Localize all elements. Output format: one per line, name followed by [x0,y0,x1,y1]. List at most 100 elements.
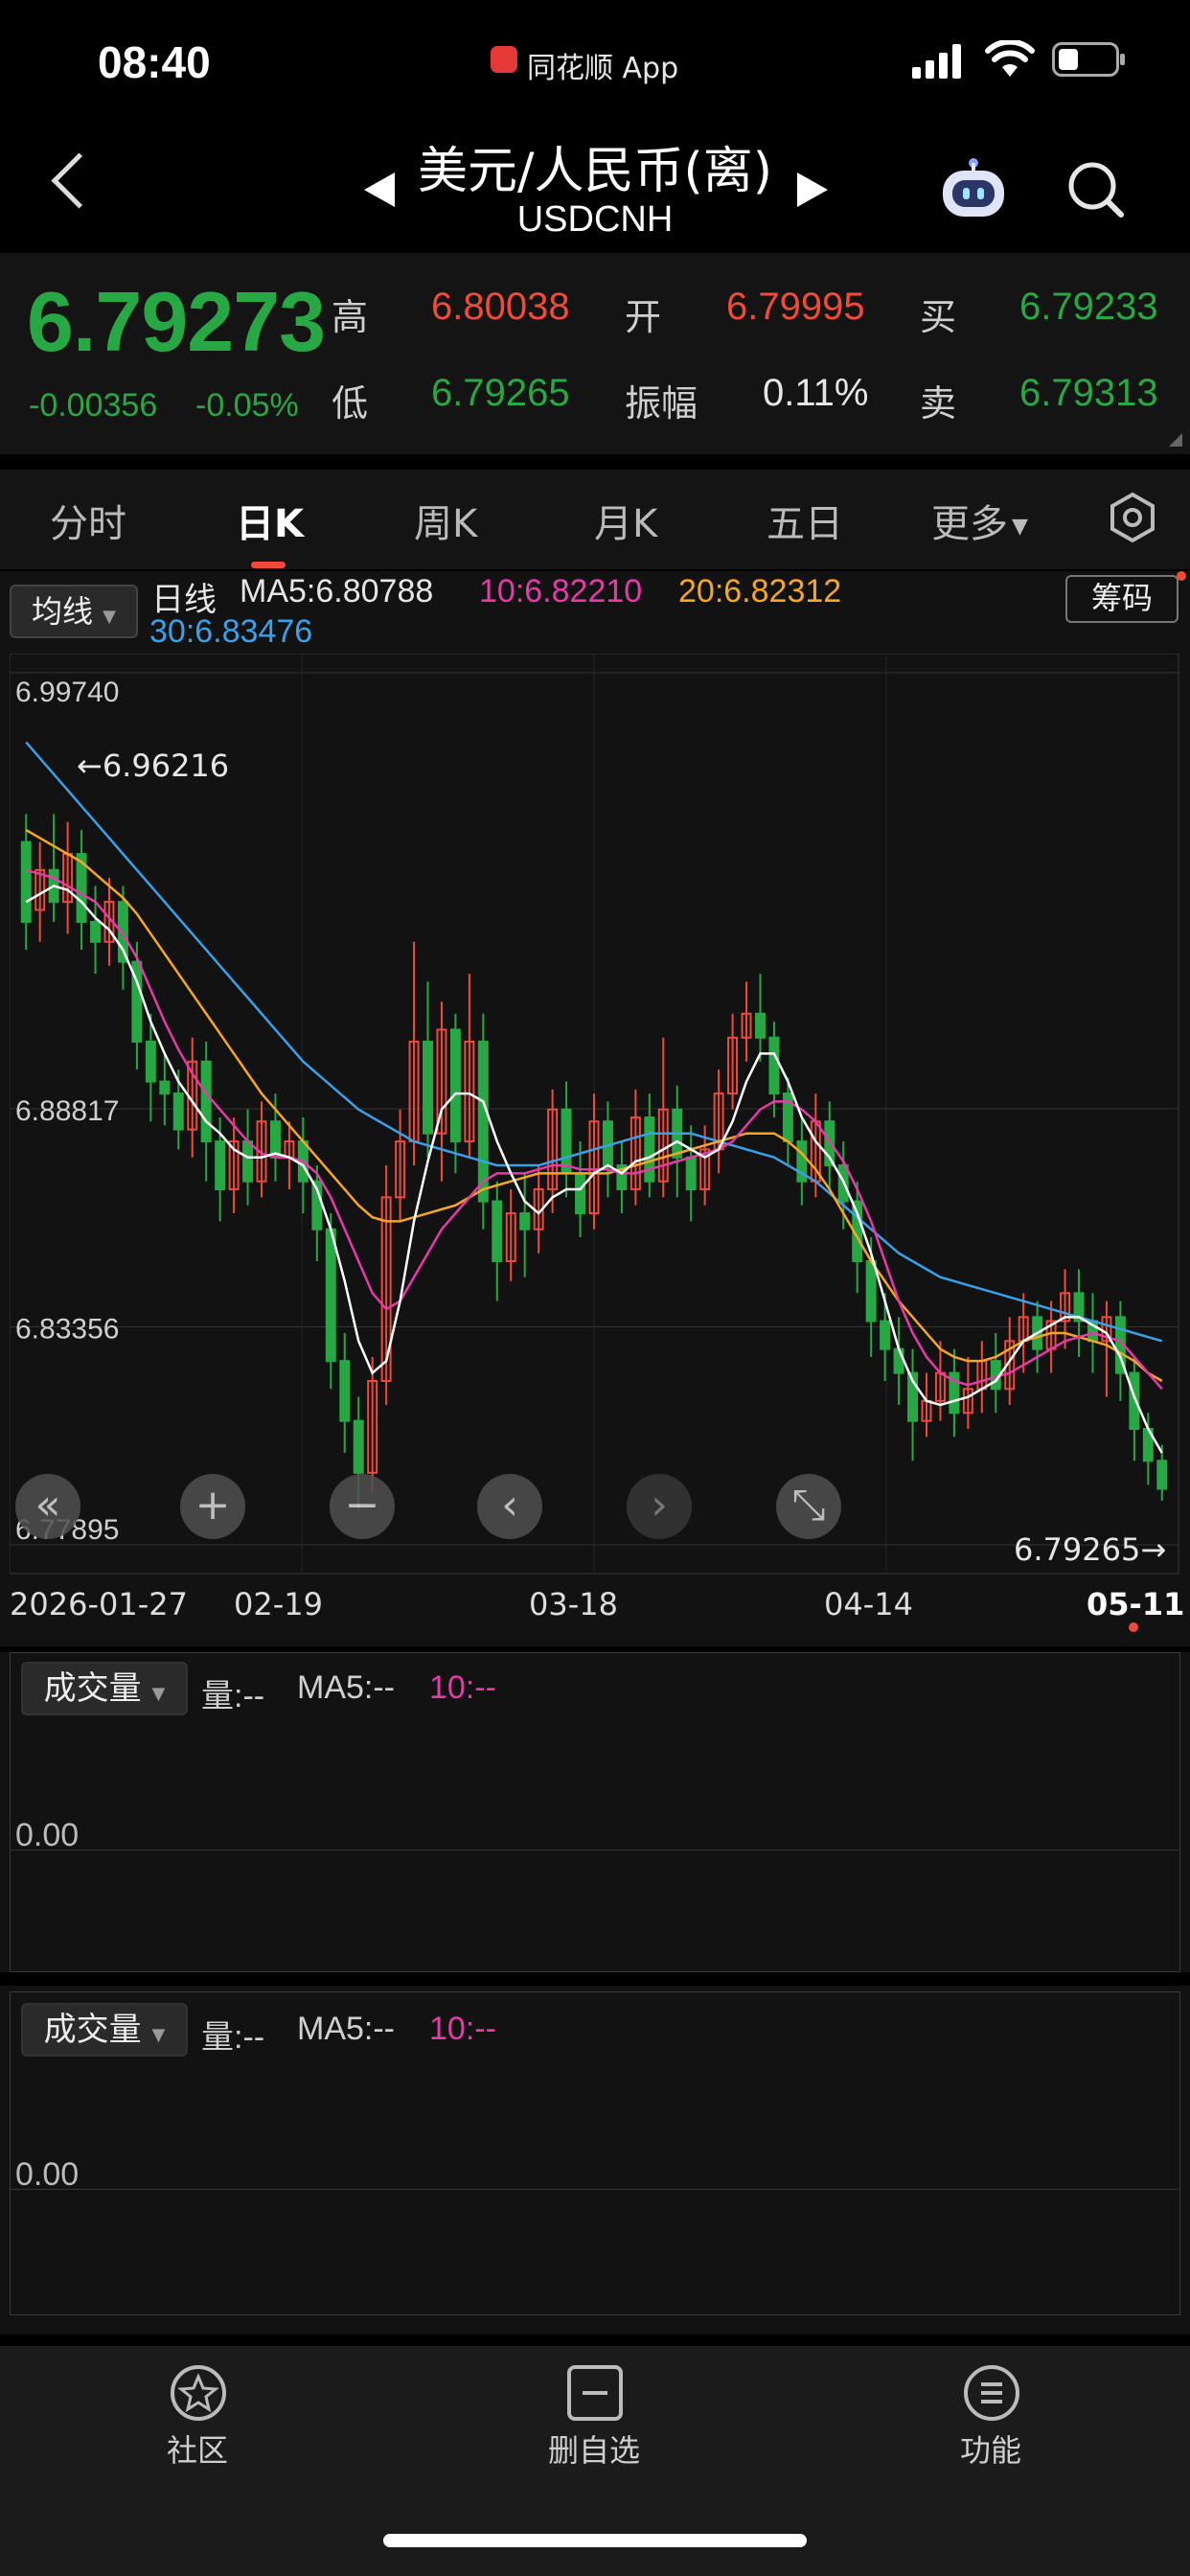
amplitude-value: 0.11% [763,372,869,414]
nav-functions-label[interactable]: 功能 [895,2426,1087,2471]
scroll-left-button[interactable]: ‹ [477,1474,542,1539]
panel-separator [0,1972,1190,1986]
buy-label: 买 [920,296,957,338]
volume-gridline [10,1850,1179,1851]
candle-down [215,1140,226,1191]
active-tab-indicator [251,562,286,568]
candle-down [477,1040,489,1203]
volume-axis-label: 0.00 [15,1817,80,1853]
candle-down [575,1172,586,1215]
home-indicator [383,2534,807,2547]
candle-down [20,840,32,923]
tab-more-label: 更多 [931,502,1008,546]
tab-weekly-k[interactable]: 周K [414,493,477,548]
open-label: 开 [625,296,662,338]
candle-down [685,1156,697,1191]
battery-icon [1052,42,1125,77]
wifi-icon [985,40,1035,77]
expand-corner-icon[interactable] [1169,433,1182,447]
status-bar: 08:40 同花顺 App [0,0,1190,125]
min-price-marker: 6.79265→ [1014,1531,1167,1568]
chip-distribution-button[interactable]: 筹码 [1065,575,1179,623]
high-label: 高 [332,296,369,338]
remove-watchlist-icon[interactable] [565,2363,625,2423]
rewind-button[interactable]: « [15,1474,80,1539]
candle-down [768,1036,780,1095]
tab-five-day[interactable]: 五日 [767,493,843,548]
candle-down [644,1116,655,1183]
candle-down [755,1012,766,1039]
candle-down [145,1040,156,1083]
price-change: -0.00356 [29,387,158,424]
candle-down [492,1200,503,1263]
candle-down [519,1212,531,1230]
page-title: 美元/人民币(离) [417,143,773,200]
x-axis-label: 04-14 [824,1586,913,1622]
settings-hexagon-icon[interactable] [1106,491,1159,544]
x-axis-label: 2026-01-27 [10,1586,188,1622]
scroll-right-button[interactable]: › [627,1474,692,1539]
candle-down [200,1060,212,1143]
menu-icon[interactable] [962,2363,1021,2423]
kline-chart[interactable]: 6.997406.888176.833566.77895 [10,654,1180,1576]
search-icon[interactable] [1065,159,1127,220]
max-price-marker: ←6.96216 [77,748,230,784]
caret-down-icon: ▼ [103,607,117,627]
tab-daily-k[interactable]: 日K [236,493,304,548]
app-logo-icon [491,46,517,73]
price-change-pct: -0.05% [195,387,299,424]
amplitude-label: 振幅 [625,382,698,425]
volume-ma10: 10:-- [429,2011,496,2047]
indicator-selector[interactable]: 均线 ▼ [10,585,138,638]
volume-selector-label: 成交量 [43,1669,142,1708]
tab-timeshare[interactable]: 分时 [50,493,126,548]
status-app-name: 同花顺 App [527,52,679,85]
candle-down [159,1080,171,1095]
x-axis-label: 03-18 [529,1586,618,1622]
volume-selector-1[interactable]: 成交量 ▼ [21,1662,188,1715]
instrument-code: USDCNH [516,199,674,240]
sell-label: 卖 [920,382,957,425]
x-axis-label: 02-19 [234,1586,323,1622]
nav-community-label[interactable]: 社区 [102,2426,293,2471]
candle-down [353,1419,364,1474]
ma30-legend: 30:6.83476 [149,613,313,650]
y-tick-label: 6.88817 [15,1095,119,1127]
tab-more[interactable]: 更多 ▼ [931,493,1028,548]
community-icon[interactable] [169,2363,228,2423]
latest-date-dot [1129,1622,1138,1632]
candle-down [90,920,102,943]
status-time: 08:40 [98,37,211,87]
notification-dot [1177,571,1186,581]
tab-monthly-k[interactable]: 月K [594,493,657,548]
candle-down [242,1140,254,1183]
indicator-selector-label: 均线 [31,593,93,630]
last-price: 6.79273 [27,274,326,369]
zoom-out-button[interactable]: − [330,1474,395,1539]
buy-value: 6.79233 [1019,286,1158,328]
open-value: 6.79995 [726,286,865,328]
caret-down-icon: ▼ [151,1684,166,1704]
candle-down [423,1040,433,1135]
candle-down [865,1260,877,1322]
ma10-legend: 10:6.82210 [479,573,643,610]
ma5-legend: MA5:6.80788 [240,573,434,610]
y-tick-label: 6.99740 [15,677,119,708]
volume-selector-2[interactable]: 成交量 ▼ [21,2003,188,2057]
nav-remove-watchlist-label[interactable]: 删自选 [498,2426,690,2471]
low-value: 6.79265 [431,372,570,414]
candle-down [172,1092,184,1131]
volume-gridline [10,2189,1179,2190]
volume-value: 量:-- [201,1678,265,1714]
candle-down [269,1120,281,1159]
candle-down [325,1228,336,1363]
volume-ma5: MA5:-- [297,1669,395,1706]
zoom-in-button[interactable]: + [180,1474,245,1539]
cellular-signal-icon [912,42,970,79]
fullscreen-button[interactable]: ⤡ [776,1474,841,1539]
ma20-legend: 20:6.82312 [678,573,842,610]
volume-ma5: MA5:-- [297,2011,395,2047]
candle-down [1156,1460,1168,1490]
caret-down-icon: ▼ [151,2025,166,2045]
robot-assistant-icon[interactable] [937,153,1010,226]
